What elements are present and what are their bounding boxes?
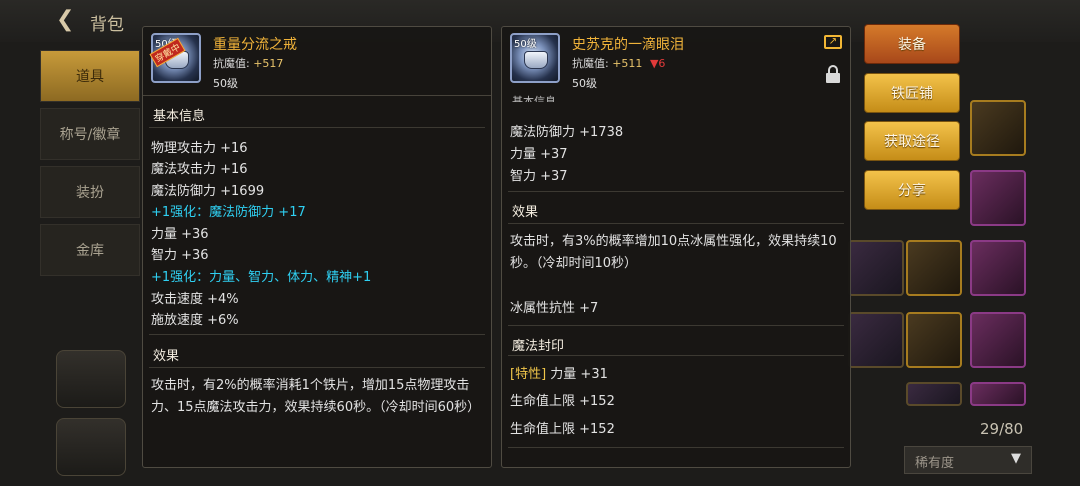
divider xyxy=(149,334,485,335)
equipped-item-tooltip: 50级 穿戴中 重量分流之戒 抗魔值: +517 50级 基本信息 物理攻击力 … xyxy=(142,26,492,468)
inventory-slot[interactable] xyxy=(848,312,904,368)
repair-tool-button[interactable] xyxy=(56,350,126,408)
resist-value: +517 xyxy=(253,57,284,70)
stat-line: 智力 +36 xyxy=(151,248,209,263)
sidebar-tab-vault[interactable]: 金库 xyxy=(40,224,140,276)
item-name: 史苏克的一滴眼泪 xyxy=(572,37,684,53)
divider xyxy=(149,127,485,128)
ring-item-icon: 50级 xyxy=(510,33,560,83)
stat-line: 智力 +37 xyxy=(510,169,568,184)
divider xyxy=(149,367,485,368)
divider xyxy=(143,95,491,96)
share-link-icon[interactable]: ↗ xyxy=(824,35,842,49)
divider xyxy=(508,447,844,448)
guide-tool-button[interactable] xyxy=(56,418,126,476)
inventory-slot[interactable] xyxy=(906,240,962,296)
lock-icon[interactable] xyxy=(826,65,840,83)
item-level: 50级 xyxy=(572,77,597,90)
share-button[interactable]: 分享 xyxy=(864,170,960,210)
section-effect: 效果 xyxy=(153,349,180,364)
section-magic-seal: 魔法封印 xyxy=(512,339,565,354)
stat-line: 力量 +36 xyxy=(151,227,209,242)
resist-line: 抗魔值: +511 ▼6 xyxy=(572,55,665,71)
inventory-slot[interactable] xyxy=(970,170,1026,226)
seal-trait-text: 力量 +31 xyxy=(546,367,608,382)
inventory-slot[interactable] xyxy=(970,100,1026,156)
stat-line: 力量 +37 xyxy=(510,147,568,162)
resist-value: +511 xyxy=(612,57,643,70)
divider xyxy=(508,325,844,326)
compare-item-tooltip: 50级 史苏克的一滴眼泪 抗魔值: +511 ▼6 50级 ↗ 基本信息 魔法防… xyxy=(501,26,851,468)
back-arrow-icon[interactable]: ❮ xyxy=(56,8,84,32)
sidebar: 道具 称号/徽章 装扮 金库 xyxy=(40,50,140,282)
inventory-count: 29/80 xyxy=(980,420,1024,438)
obtain-source-button[interactable]: 获取途径 xyxy=(864,121,960,161)
ring-shape xyxy=(524,51,548,69)
item-name: 重量分流之戒 xyxy=(213,37,297,53)
seal-trait-tag: [特性] xyxy=(510,367,547,382)
inventory-slot[interactable] xyxy=(906,312,962,368)
sidebar-tab-avatar[interactable]: 装扮 xyxy=(40,166,140,218)
seal-line: 生命值上限 +152 xyxy=(510,422,615,437)
ring-item-icon: 50级 穿戴中 xyxy=(149,33,201,83)
lock-body xyxy=(826,73,840,83)
stat-line: 魔法防御力 +1699 xyxy=(151,184,265,199)
blacksmith-button[interactable]: 铁匠铺 xyxy=(864,73,960,113)
divider xyxy=(508,191,844,192)
resist-label: 抗魔值: xyxy=(572,57,609,70)
divider xyxy=(508,223,844,224)
equip-button[interactable]: 装备 xyxy=(864,24,960,64)
enhance-stat-line: +1强化：力量、智力、体力、精神+1 xyxy=(151,270,372,285)
sidebar-tab-titles[interactable]: 称号/徽章 xyxy=(40,108,140,160)
divider xyxy=(508,355,844,356)
rarity-filter-label: 稀有度 xyxy=(915,456,955,471)
page-title: 背包 xyxy=(90,15,124,35)
stat-line: 魔法防御力 +1738 xyxy=(510,125,624,140)
stat-line: 攻击速度 +4% xyxy=(151,292,239,307)
section-basic-info: 基本信息 xyxy=(512,95,556,102)
rarity-filter-dropdown[interactable]: 稀有度 ▼ xyxy=(904,446,1032,474)
enhance-stat-line: +1强化：魔法防御力 +17 xyxy=(151,205,306,220)
resist-diff-down: ▼6 xyxy=(649,57,666,70)
effect-description: 攻击时，有3%的概率增加10点冰属性强化，效果持续10秒。（冷却时间10秒） xyxy=(510,234,837,271)
seal-line: 生命值上限 +152 xyxy=(510,394,615,409)
resist-line: 抗魔值: +517 xyxy=(213,55,283,71)
section-effect: 效果 xyxy=(512,205,539,220)
inventory-slot[interactable] xyxy=(906,382,962,406)
seal-trait-line: [特性] 力量 +31 xyxy=(510,363,608,382)
resist-label: 抗魔值: xyxy=(213,57,250,70)
inventory-slot[interactable] xyxy=(848,240,904,296)
inventory-slot[interactable] xyxy=(970,312,1026,368)
stat-line: 魔法攻击力 +16 xyxy=(151,162,248,177)
sidebar-tab-items[interactable]: 道具 xyxy=(40,50,140,102)
item-level-badge: 50级 xyxy=(514,39,537,50)
inventory-slot[interactable] xyxy=(970,240,1026,296)
inventory-slot[interactable] xyxy=(970,382,1026,406)
chevron-down-icon: ▼ xyxy=(1011,451,1021,466)
item-level: 50级 xyxy=(213,77,238,90)
effect-description: 攻击时，有2%的概率消耗1个铁片，增加15点物理攻击力、15点魔法攻击力，效果持… xyxy=(151,378,481,415)
stat-line: 物理攻击力 +16 xyxy=(151,141,248,156)
stat-line: 施放速度 +6% xyxy=(151,313,239,328)
ice-resist-line: 冰属性抗性 +7 xyxy=(510,301,599,316)
section-basic-info: 基本信息 xyxy=(153,109,206,124)
